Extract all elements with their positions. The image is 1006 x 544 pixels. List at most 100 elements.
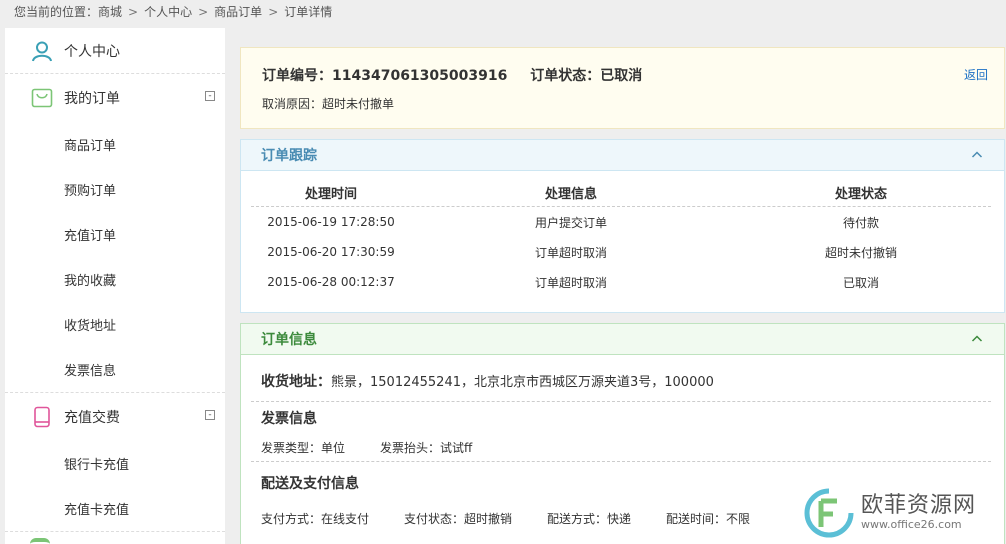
shipping-time-value: 不限	[726, 512, 751, 526]
payment-status-value: 超时撤销	[464, 512, 513, 526]
sidebar-item-preorders[interactable]: 预购订单	[5, 167, 225, 212]
invoice-header: 发票抬头：试试ff	[380, 439, 472, 456]
sidebar-item-bank-card-recharge[interactable]: 银行卡充值	[5, 441, 225, 486]
watermark: 欧菲资源网 www.office26.com	[803, 484, 1003, 542]
tracking-table: 处理时间 处理信息 处理状态 2015-06-19 17:28:50 用户提交订…	[251, 178, 991, 297]
table-row: 2015-06-20 17:30:59 订单超时取消 超时未付撤销	[251, 237, 991, 267]
table-cell: 订单超时取消	[534, 275, 607, 290]
table-header-row: 处理时间 处理信息 处理状态	[251, 178, 991, 207]
shipping-address: 收货地址：熊景，15012455241，北京北京市西城区万源夹道3号，10000…	[261, 371, 714, 391]
cancel-reason-value: 超时未付撤单	[322, 97, 395, 111]
shipping-method: 配送方式：快递	[547, 510, 666, 527]
delivery-details: 支付方式：在线支付 支付状态：超时撤销 配送方式：快递 配送时间：不限	[261, 510, 750, 527]
order-status: 订单状态：已取消	[530, 68, 642, 84]
payment-method-label: 支付方式：	[261, 512, 322, 526]
phone-icon	[30, 405, 54, 429]
user-icon	[30, 39, 54, 63]
shipping-method-label: 配送方式：	[547, 512, 608, 526]
breadcrumb-separator: >	[268, 5, 279, 19]
table-cell: 超时未付撤销	[824, 245, 897, 260]
sidebar-item-addresses[interactable]: 收货地址	[5, 302, 225, 347]
column-header: 处理状态	[834, 186, 887, 202]
sidebar-item-prepaid-card-recharge[interactable]: 充值卡充值	[5, 486, 225, 531]
breadcrumb-prefix: 您当前的位置：	[14, 5, 99, 19]
sidebar-group-label: 我的订单	[64, 91, 120, 107]
payment-method: 支付方式：在线支付	[261, 510, 404, 527]
collapse-toggle-icon[interactable]: -	[205, 410, 215, 420]
chevron-up-icon[interactable]	[971, 149, 983, 161]
invoice-type: 发票类型：单位	[261, 439, 380, 456]
sidebar-group-recharge: 充值交费 - 银行卡充值 充值卡充值	[5, 393, 225, 532]
breadcrumb-current: 订单详情	[284, 5, 333, 19]
sidebar-header[interactable]: 个人中心	[5, 28, 225, 74]
chevron-up-icon[interactable]	[971, 333, 983, 345]
shipping-time-label: 配送时间：	[666, 512, 727, 526]
invoice-section-title: 发票信息	[261, 411, 317, 427]
order-status-label: 订单状态：	[530, 68, 601, 84]
table-cell: 订单超时取消	[534, 245, 607, 260]
invoice-type-label: 发票类型：	[261, 441, 322, 455]
order-number-value: 114347061305003916	[332, 68, 508, 84]
order-info-header[interactable]: 订单信息	[241, 324, 1004, 355]
watermark-text: 欧菲资源网 www.office26.com	[861, 494, 976, 532]
invoice-header-label: 发票抬头：	[380, 441, 441, 455]
order-number-label: 订单编号：	[262, 68, 332, 84]
payment-method-value: 在线支付	[321, 512, 370, 526]
breadcrumb-separator: >	[198, 5, 209, 19]
order-number: 订单编号：114347061305003916	[262, 68, 507, 84]
panel-title: 订单跟踪	[261, 148, 317, 164]
payment-status: 支付状态：超时撤销	[404, 510, 547, 527]
order-status-value: 已取消	[600, 68, 643, 84]
table-row: 2015-06-19 17:28:50 用户提交订单 待付款	[251, 207, 991, 237]
back-link[interactable]: 返回	[964, 66, 988, 83]
order-summary-header: 订单编号：114347061305003916 订单状态：已取消	[262, 65, 660, 85]
next-group-icon	[30, 538, 50, 544]
column-header: 处理时间	[304, 186, 357, 202]
table-cell: 2015-06-19 17:28:50	[267, 215, 395, 229]
divider	[251, 401, 991, 402]
order-tracking-header[interactable]: 订单跟踪	[241, 140, 1004, 171]
sidebar-item-invoices[interactable]: 发票信息	[5, 347, 225, 392]
table-cell: 用户提交订单	[534, 215, 607, 230]
cancel-reason: 取消原因：超时未付撤单	[262, 95, 394, 112]
shipping-address-label: 收货地址：	[261, 374, 331, 390]
sidebar-group-label: 充值交费	[64, 410, 120, 426]
breadcrumb-link-product-orders[interactable]: 商品订单	[214, 5, 262, 19]
breadcrumb-link-personal-center[interactable]: 个人中心	[144, 5, 192, 19]
sidebar-item-favorites[interactable]: 我的收藏	[5, 257, 225, 302]
invoice-details: 发票类型：单位 发票抬头：试试ff	[261, 439, 472, 456]
bag-icon	[30, 86, 54, 110]
sidebar-group-title-recharge[interactable]: 充值交费 -	[5, 393, 225, 441]
table-cell: 已取消	[842, 275, 879, 290]
shipping-method-value: 快递	[607, 512, 632, 526]
divider	[251, 461, 991, 462]
payment-status-label: 支付状态：	[404, 512, 465, 526]
sidebar-group-orders: 我的订单 - 商品订单 预购订单 充值订单 我的收藏 收货地址 发票信息	[5, 74, 225, 393]
invoice-header-value: 试试ff	[440, 441, 473, 455]
shipping-address-value: 熊景，15012455241，北京北京市西城区万源夹道3号，100000	[331, 375, 714, 390]
sidebar-group-title-orders[interactable]: 我的订单 -	[5, 74, 225, 122]
table-cell: 待付款	[842, 215, 879, 230]
watermark-title: 欧菲资源网	[861, 493, 977, 518]
sidebar-item-product-orders[interactable]: 商品订单	[5, 122, 225, 167]
shipping-time: 配送时间：不限	[666, 510, 750, 527]
delivery-section-title: 配送及支付信息	[261, 476, 359, 492]
sidebar: 个人中心 我的订单 - 商品订单 预购订单 充值订单 我的收藏 收货地址 发票信…	[5, 28, 225, 544]
breadcrumb-separator: >	[128, 5, 139, 19]
column-header: 处理信息	[544, 186, 597, 202]
watermark-logo-icon	[804, 488, 854, 538]
breadcrumb: 您当前的位置：商城 > 个人中心 > 商品订单 > 订单详情	[14, 3, 332, 21]
breadcrumb-link-mall[interactable]: 商城	[98, 5, 122, 19]
order-summary: 订单编号：114347061305003916 订单状态：已取消 返回 取消原因…	[240, 47, 1005, 129]
cancel-reason-label: 取消原因：	[262, 97, 323, 111]
panel-title: 订单信息	[261, 332, 317, 348]
table-row: 2015-06-28 00:12:37 订单超时取消 已取消	[251, 267, 991, 297]
table-cell: 2015-06-28 00:12:37	[267, 275, 395, 289]
order-tracking-panel: 订单跟踪 处理时间 处理信息 处理状态 2015-06-19 17:28:50 …	[240, 139, 1005, 313]
collapse-toggle-icon[interactable]: -	[205, 91, 215, 101]
sidebar-item-recharge-orders[interactable]: 充值订单	[5, 212, 225, 257]
watermark-url: www.office26.com	[861, 518, 962, 531]
table-cell: 2015-06-20 17:30:59	[267, 245, 395, 259]
sidebar-header-label: 个人中心	[64, 43, 120, 60]
invoice-type-value: 单位	[321, 441, 346, 455]
